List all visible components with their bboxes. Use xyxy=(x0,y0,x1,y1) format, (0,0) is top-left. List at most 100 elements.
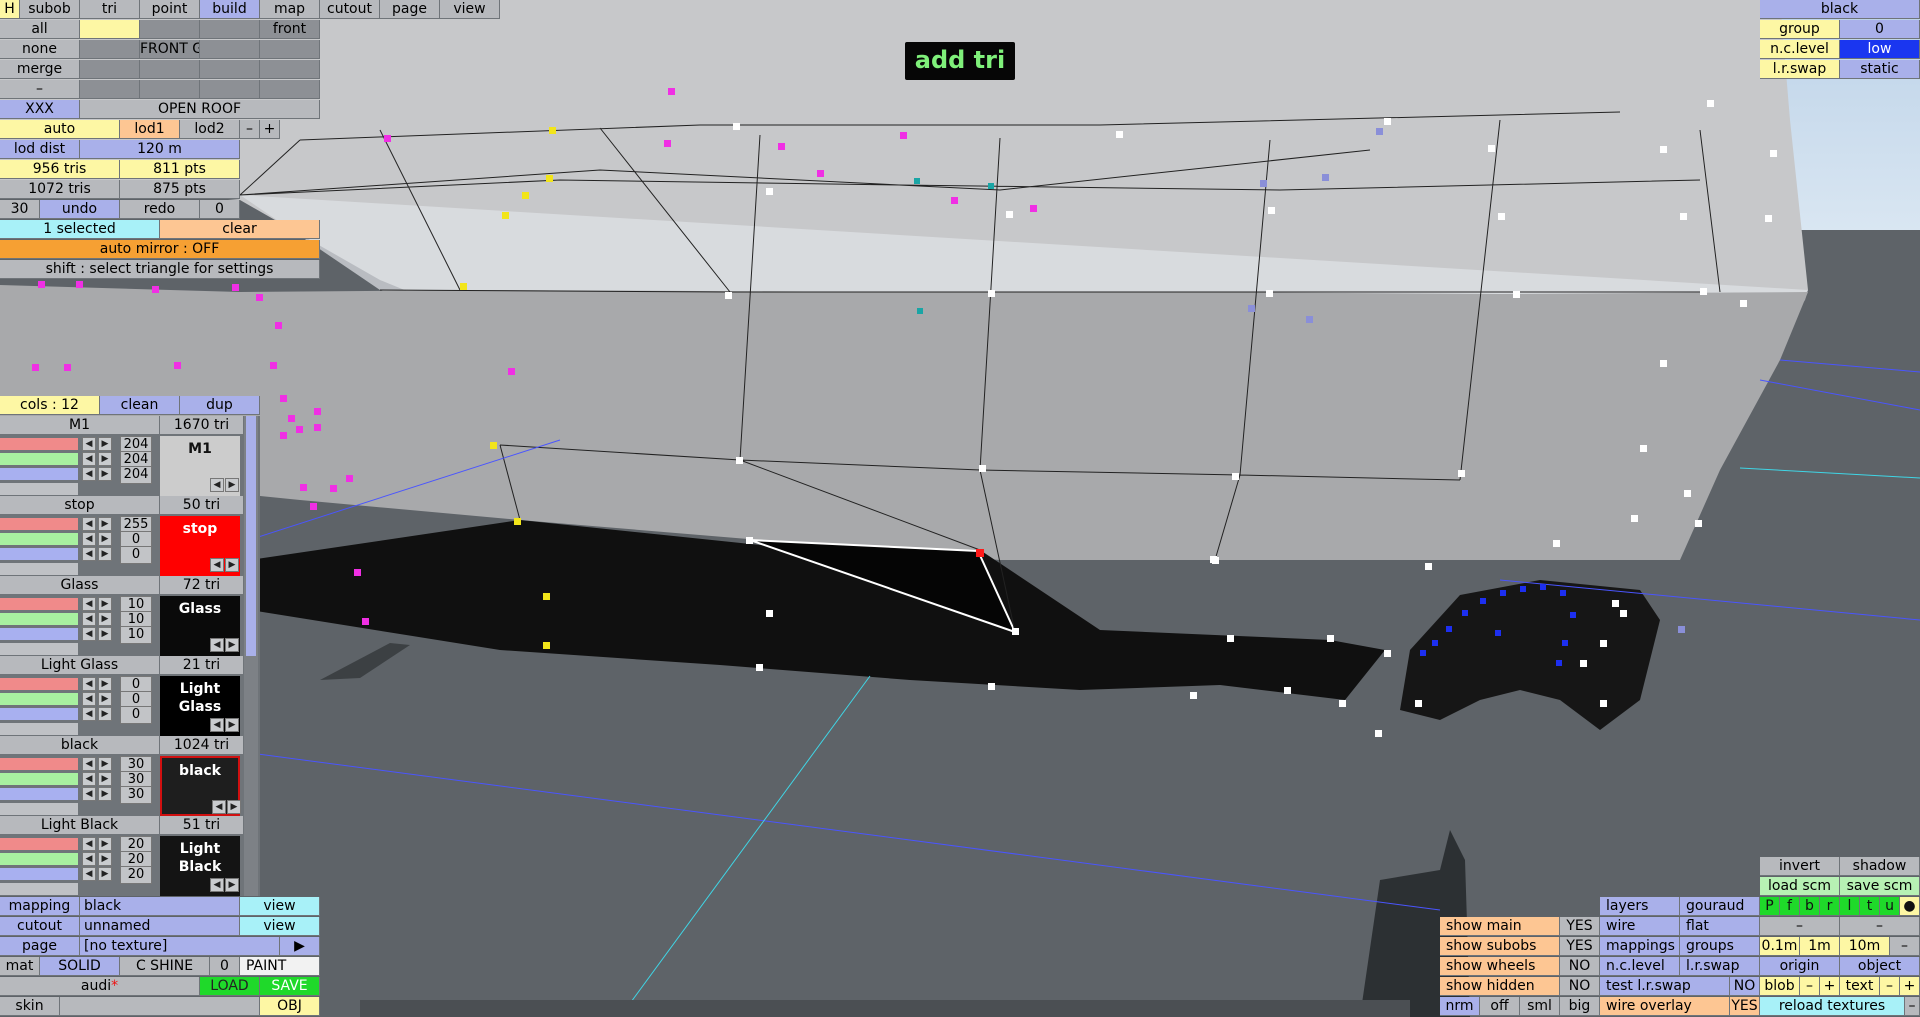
channel-value-b[interactable]: 20 xyxy=(120,866,152,884)
save-scm-button[interactable]: save scm xyxy=(1840,877,1920,896)
increase-icon[interactable]: ▶ xyxy=(98,517,112,531)
load-button[interactable]: LOAD xyxy=(200,977,260,996)
undo-button[interactable]: undo xyxy=(40,200,120,219)
channel-slider-a[interactable] xyxy=(0,483,78,495)
tab-tri[interactable]: tri xyxy=(80,0,140,19)
skin-field[interactable] xyxy=(60,997,260,1016)
tab-build[interactable]: build xyxy=(200,0,260,19)
view-dir-button-t[interactable]: t xyxy=(1860,897,1880,916)
next-icon[interactable]: ▶ xyxy=(225,638,239,652)
bottom-scroll-bar[interactable] xyxy=(360,1000,1410,1017)
channel-slider-g[interactable] xyxy=(0,453,78,465)
auto-mirror-toggle[interactable]: auto mirror : OFF xyxy=(0,240,320,259)
show-hidden-button[interactable]: show hidden xyxy=(1440,977,1560,996)
increase-icon[interactable]: ▶ xyxy=(98,532,112,546)
show-hidden-value[interactable]: NO xyxy=(1560,977,1600,996)
decrease-icon[interactable]: ◀ xyxy=(82,692,96,706)
material-swatch[interactable]: black ◀ ▶ xyxy=(160,756,241,816)
xxx-button[interactable]: XXX xyxy=(0,100,80,119)
increase-icon[interactable]: ▶ xyxy=(98,692,112,706)
channel-slider-a[interactable] xyxy=(0,803,78,815)
decrease-icon[interactable]: ◀ xyxy=(82,757,96,771)
slot-empty[interactable] xyxy=(140,20,200,39)
decrease-icon[interactable]: ◀ xyxy=(82,772,96,786)
prev-icon[interactable]: ◀ xyxy=(210,558,224,572)
material-name[interactable]: black xyxy=(0,736,160,755)
show-wheels-value[interactable]: NO xyxy=(1560,957,1600,976)
groups-button[interactable]: groups xyxy=(1680,937,1760,956)
slot-yellow[interactable] xyxy=(80,20,140,39)
channel-slider-b[interactable] xyxy=(0,468,78,480)
dash-button[interactable]: – xyxy=(1840,917,1920,936)
increase-icon[interactable]: ▶ xyxy=(98,627,112,641)
channel-slider-g[interactable] xyxy=(0,693,78,705)
increase-icon[interactable]: ▶ xyxy=(98,612,112,626)
slot-empty[interactable] xyxy=(200,40,260,59)
blob-minus-button[interactable]: – xyxy=(1800,977,1820,996)
tab-cutout[interactable]: cutout xyxy=(320,0,380,19)
front-g-button[interactable]: FRONT G xyxy=(140,40,200,59)
text-plus-button[interactable]: + xyxy=(1900,977,1920,996)
material-name[interactable]: M1 xyxy=(0,416,160,435)
channel-slider-g[interactable] xyxy=(0,533,78,545)
material-name[interactable]: Glass xyxy=(0,576,160,595)
slot-empty[interactable] xyxy=(80,80,140,99)
solid-button[interactable]: SOLID xyxy=(40,957,120,976)
channel-slider-a[interactable] xyxy=(0,723,78,735)
decrease-icon[interactable]: ◀ xyxy=(82,532,96,546)
lr-swap-view-button[interactable]: l.r.swap xyxy=(1680,957,1760,976)
lod1-button[interactable]: lod1 xyxy=(120,120,180,139)
tab-subob[interactable]: subob xyxy=(20,0,80,19)
text-button[interactable]: text xyxy=(1840,977,1880,996)
3d-viewport[interactable] xyxy=(0,0,1920,1017)
nc-level-view-button[interactable]: n.c.level xyxy=(1600,957,1680,976)
increase-icon[interactable]: ▶ xyxy=(98,467,112,481)
size-small-button[interactable]: sml xyxy=(1520,997,1560,1016)
show-wheels-button[interactable]: show wheels xyxy=(1440,957,1560,976)
channel-slider-b[interactable] xyxy=(0,548,78,560)
channel-slider-r[interactable] xyxy=(0,598,78,610)
invert-button[interactable]: invert xyxy=(1760,857,1840,876)
prev-icon[interactable]: ◀ xyxy=(210,718,224,732)
decrease-icon[interactable]: ◀ xyxy=(82,612,96,626)
channel-slider-b[interactable] xyxy=(0,868,78,880)
channel-slider-a[interactable] xyxy=(0,563,78,575)
material-row[interactable]: M1 1670 tri ◀ ▶ 204 ◀ ▶ 204 ◀ ▶ 204 M1 ◀ ▶ xyxy=(0,416,244,496)
material-row[interactable]: stop 50 tri ◀ ▶ 255 ◀ ▶ 0 ◀ ▶ 0 stop ◀ ▶ xyxy=(0,496,244,576)
grid-minus-button[interactable]: – xyxy=(1890,937,1920,956)
shadow-button[interactable]: shadow xyxy=(1840,857,1920,876)
lod-plus-button[interactable]: + xyxy=(260,120,280,139)
slot-empty[interactable] xyxy=(80,60,140,79)
cutout-value[interactable]: unnamed xyxy=(80,917,240,936)
page-value[interactable]: [no texture] xyxy=(80,937,280,956)
dash-button[interactable]: – xyxy=(0,80,80,99)
test-lr-swap-value[interactable]: NO xyxy=(1730,977,1760,996)
channel-slider-r[interactable] xyxy=(0,758,78,770)
h-toggle-button[interactable]: H xyxy=(0,0,20,19)
object-button[interactable]: object xyxy=(1840,957,1920,976)
increase-icon[interactable]: ▶ xyxy=(98,757,112,771)
grid-1m-button[interactable]: 1m xyxy=(1800,937,1840,956)
slot-empty[interactable] xyxy=(200,60,260,79)
view-dir-button-f[interactable]: f xyxy=(1780,897,1800,916)
show-main-value[interactable]: YES xyxy=(1560,917,1600,936)
lod-minus-button[interactable]: – xyxy=(240,120,260,139)
lr-swap-value[interactable]: static xyxy=(1840,60,1920,79)
lod-auto-button[interactable]: auto xyxy=(0,120,120,139)
cutout-view-button[interactable]: view xyxy=(240,917,320,936)
increase-icon[interactable]: ▶ xyxy=(98,867,112,881)
increase-icon[interactable]: ▶ xyxy=(98,677,112,691)
material-name[interactable]: stop xyxy=(0,496,160,515)
paint-button[interactable]: PAINT xyxy=(240,957,320,976)
decrease-icon[interactable]: ◀ xyxy=(82,452,96,466)
layers-button[interactable]: layers xyxy=(1600,897,1680,916)
material-name[interactable]: Light Glass xyxy=(0,656,160,675)
save-button[interactable]: SAVE xyxy=(260,977,320,996)
slot-empty[interactable] xyxy=(140,60,200,79)
decrease-icon[interactable]: ◀ xyxy=(82,852,96,866)
wire-button[interactable]: wire xyxy=(1600,917,1680,936)
material-row[interactable]: Glass 72 tri ◀ ▶ 10 ◀ ▶ 10 ◀ ▶ 10 Glass ◀ ▶ xyxy=(0,576,244,656)
decrease-icon[interactable]: ◀ xyxy=(82,597,96,611)
increase-icon[interactable]: ▶ xyxy=(98,707,112,721)
material-swatch[interactable]: Light Glass ◀ ▶ xyxy=(160,676,240,736)
